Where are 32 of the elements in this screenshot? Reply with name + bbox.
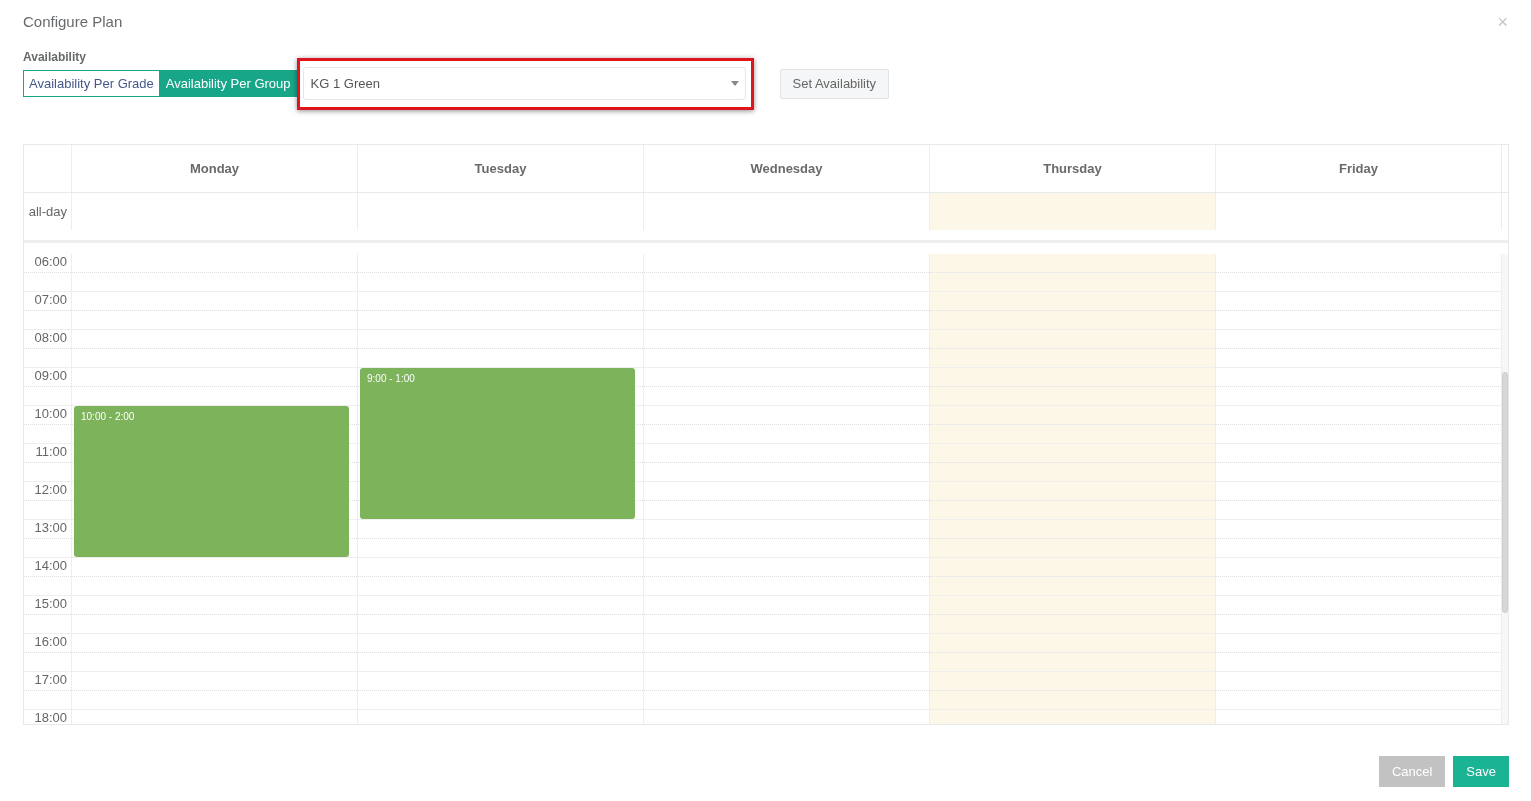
time-label: 07:00 (33, 292, 68, 306)
close-button[interactable]: × (1497, 13, 1508, 31)
time-label: 17:00 (33, 672, 68, 686)
save-button[interactable]: Save (1453, 756, 1509, 787)
day-header: Monday (71, 145, 357, 192)
segment-button[interactable]: Availability Per Grade (23, 70, 160, 97)
time-label: 15:00 (33, 596, 68, 610)
event-block[interactable]: 9:00 - 1:00 (360, 368, 635, 519)
time-label: 08:00 (33, 330, 68, 344)
day-header: Tuesday (357, 145, 643, 192)
time-label: 16:00 (33, 634, 68, 648)
time-label: 18:00 (33, 710, 68, 724)
cancel-button[interactable]: Cancel (1378, 756, 1446, 787)
time-label: 12:00 (33, 482, 68, 496)
time-label: 10:00 (33, 406, 68, 420)
all-day-label: all-day (28, 203, 67, 220)
day-header: Wednesday (643, 145, 929, 192)
day-header: Thursday (929, 145, 1215, 192)
time-label: 14:00 (33, 558, 68, 572)
time-label: 09:00 (33, 368, 68, 382)
set-availability-button[interactable]: Set Availability (779, 68, 890, 99)
scrollbar-thumb[interactable] (1502, 372, 1508, 613)
time-label: 11:00 (34, 444, 68, 458)
time-label: 13:00 (33, 520, 68, 534)
event-block[interactable]: 10:00 - 2:00 (74, 406, 349, 557)
time-label: 06:00 (33, 254, 68, 268)
day-header: Friday (1215, 145, 1501, 192)
segment-button[interactable]: Availability Per Group (159, 70, 297, 97)
caret-icon (730, 81, 739, 86)
section-label: Availability (23, 49, 86, 65)
dialog-title: Configure Plan (23, 12, 123, 32)
group-select[interactable]: KG 1 Green (302, 67, 746, 100)
